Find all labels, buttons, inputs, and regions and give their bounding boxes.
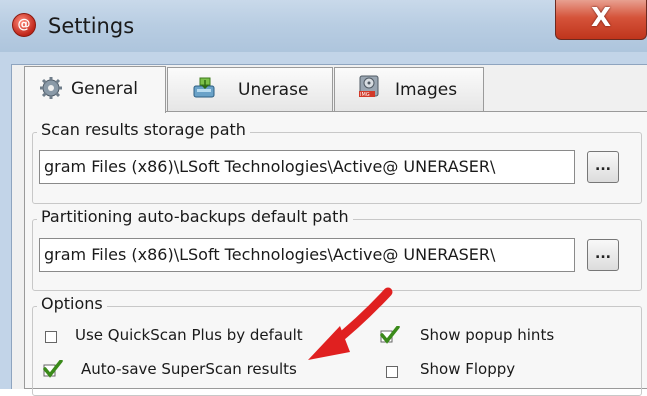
- unerase-icon: [193, 77, 215, 98]
- scan-path-label: Scan results storage path: [37, 120, 250, 139]
- close-button[interactable]: X: [555, 0, 647, 40]
- gear-icon: [40, 77, 62, 99]
- option-label: Show Floppy: [420, 360, 516, 378]
- backup-path-input[interactable]: gram Files (x86)\LSoft Technologies\Acti…: [39, 238, 575, 272]
- general-tab-panel: Scan results storage path gram Files (x8…: [24, 111, 647, 396]
- option-label: Auto-save SuperScan results: [81, 360, 297, 378]
- tab-unerase[interactable]: Unerase: [167, 67, 333, 111]
- tab-images[interactable]: IMG Images: [334, 67, 484, 111]
- close-icon: X: [590, 3, 612, 33]
- disk-image-icon: IMG: [359, 75, 379, 98]
- checkbox-unchecked[interactable]: [386, 366, 398, 378]
- tab-label: General: [71, 79, 138, 99]
- app-logo-icon: @: [12, 13, 36, 37]
- window-title: Settings: [48, 14, 135, 38]
- svg-text:IMG: IMG: [360, 92, 370, 98]
- option-label: Show popup hints: [420, 326, 555, 344]
- checkbox-checked-icon[interactable]: [380, 326, 400, 344]
- backup-path-label: Partitioning auto-backups default path: [37, 207, 353, 226]
- tab-label: Images: [395, 80, 458, 100]
- backup-path-browse-button[interactable]: ...: [587, 239, 619, 271]
- checkbox-checked-icon[interactable]: [43, 360, 63, 378]
- checkbox-unchecked[interactable]: [45, 331, 57, 343]
- scan-path-input[interactable]: gram Files (x86)\LSoft Technologies\Acti…: [39, 150, 575, 184]
- tab-general[interactable]: General: [24, 66, 166, 113]
- options-group: [32, 306, 642, 396]
- option-label: Use QuickScan Plus by default: [75, 326, 303, 344]
- scan-path-browse-button[interactable]: ...: [587, 151, 619, 183]
- options-label: Options: [37, 294, 107, 313]
- tab-label: Unerase: [238, 80, 309, 100]
